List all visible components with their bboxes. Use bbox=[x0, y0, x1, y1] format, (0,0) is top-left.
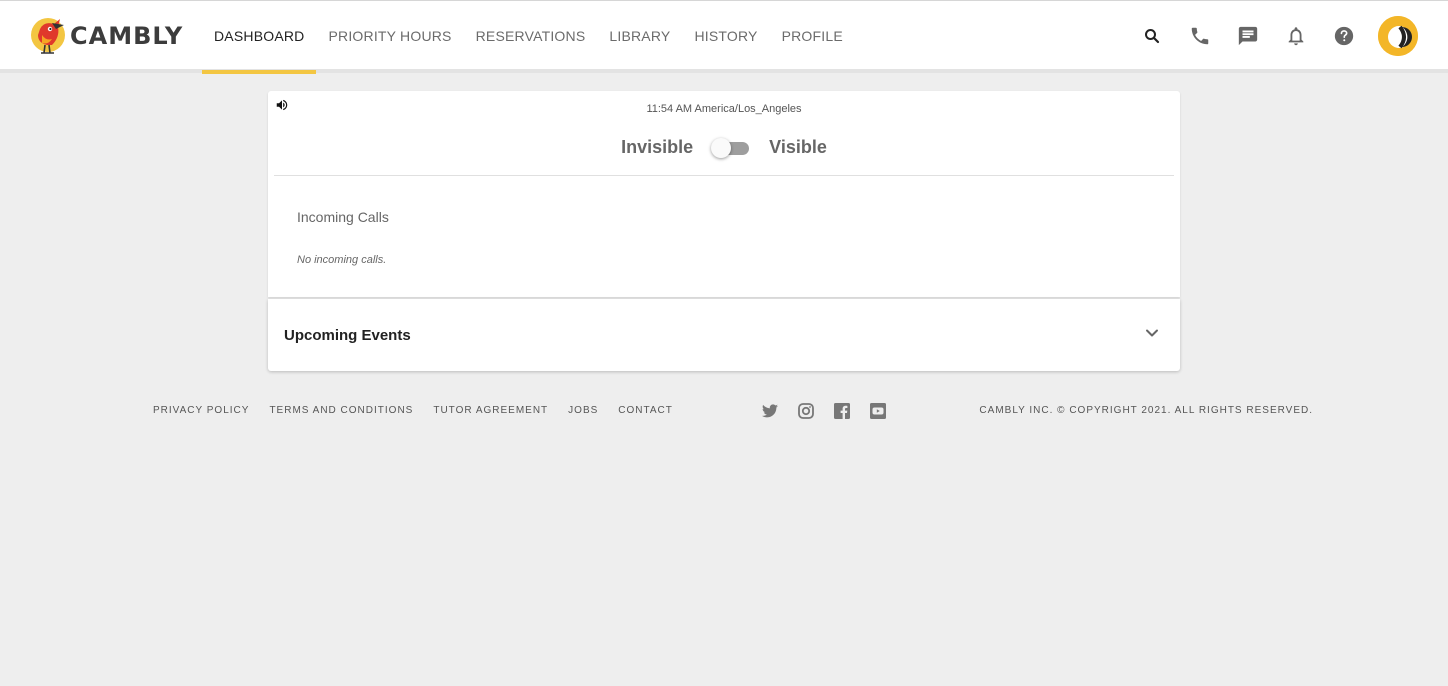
nav-history[interactable]: HISTORY bbox=[682, 1, 769, 70]
chevron-down-icon[interactable] bbox=[1144, 325, 1160, 341]
terms-link[interactable]: TERMS AND CONDITIONS bbox=[269, 405, 413, 416]
nav-library[interactable]: LIBRARY bbox=[597, 1, 682, 70]
social-links bbox=[762, 403, 906, 419]
youtube-icon[interactable] bbox=[870, 403, 886, 419]
incoming-calls-title: Incoming Calls bbox=[297, 209, 389, 225]
nav-dashboard[interactable]: DASHBOARD bbox=[202, 1, 317, 74]
brand-name: CAMBLY bbox=[70, 22, 184, 50]
nav-profile[interactable]: PROFILE bbox=[770, 1, 855, 70]
toggle-thumb bbox=[711, 137, 732, 158]
twitter-icon[interactable] bbox=[762, 403, 778, 419]
top-header: CAMBLY DASHBOARD PRIORITY HOURS RESERVAT… bbox=[0, 0, 1448, 74]
footer-links: PRIVACY POLICY TERMS AND CONDITIONS TUTO… bbox=[153, 405, 693, 416]
divider bbox=[274, 175, 1174, 176]
upcoming-events-panel[interactable]: Upcoming Events bbox=[268, 299, 1180, 371]
main-nav: DASHBOARD PRIORITY HOURS RESERVATIONS LI… bbox=[202, 1, 855, 74]
cambly-bird-icon bbox=[31, 18, 65, 54]
search-icon[interactable] bbox=[1138, 22, 1166, 50]
incoming-calls-empty: No incoming calls. bbox=[297, 254, 387, 266]
upcoming-events-title: Upcoming Events bbox=[284, 327, 411, 344]
chat-icon[interactable] bbox=[1234, 22, 1262, 50]
help-icon[interactable] bbox=[1330, 22, 1358, 50]
visibility-toggle[interactable] bbox=[711, 137, 751, 158]
cambly-logo[interactable]: CAMBLY bbox=[30, 15, 183, 57]
visible-label: Visible bbox=[769, 137, 827, 157]
contact-link[interactable]: CONTACT bbox=[618, 405, 673, 416]
bell-icon[interactable] bbox=[1282, 22, 1310, 50]
nav-priority-hours[interactable]: PRIORITY HOURS bbox=[316, 1, 463, 70]
copyright-text: CAMBLY INC. © COPYRIGHT 2021. ALL RIGHTS… bbox=[979, 405, 1313, 416]
local-time: 11:54 AM America/Los_Angeles bbox=[646, 103, 802, 115]
tutor-agreement-link[interactable]: TUTOR AGREEMENT bbox=[433, 405, 548, 416]
visibility-switch-row: Invisible Visible bbox=[268, 137, 1180, 158]
jobs-link[interactable]: JOBS bbox=[568, 405, 598, 416]
phone-icon[interactable] bbox=[1186, 22, 1214, 50]
invisible-label: Invisible bbox=[621, 137, 694, 157]
privacy-policy-link[interactable]: PRIVACY POLICY bbox=[153, 405, 249, 416]
avatar-image-icon bbox=[1378, 16, 1418, 56]
availability-card: 11:54 AM America/Los_Angeles Invisible V… bbox=[268, 91, 1180, 297]
header-actions bbox=[1118, 16, 1418, 56]
facebook-icon[interactable] bbox=[834, 403, 850, 419]
nav-reservations[interactable]: RESERVATIONS bbox=[464, 1, 598, 70]
instagram-icon[interactable] bbox=[798, 403, 814, 419]
avatar[interactable] bbox=[1378, 16, 1418, 56]
